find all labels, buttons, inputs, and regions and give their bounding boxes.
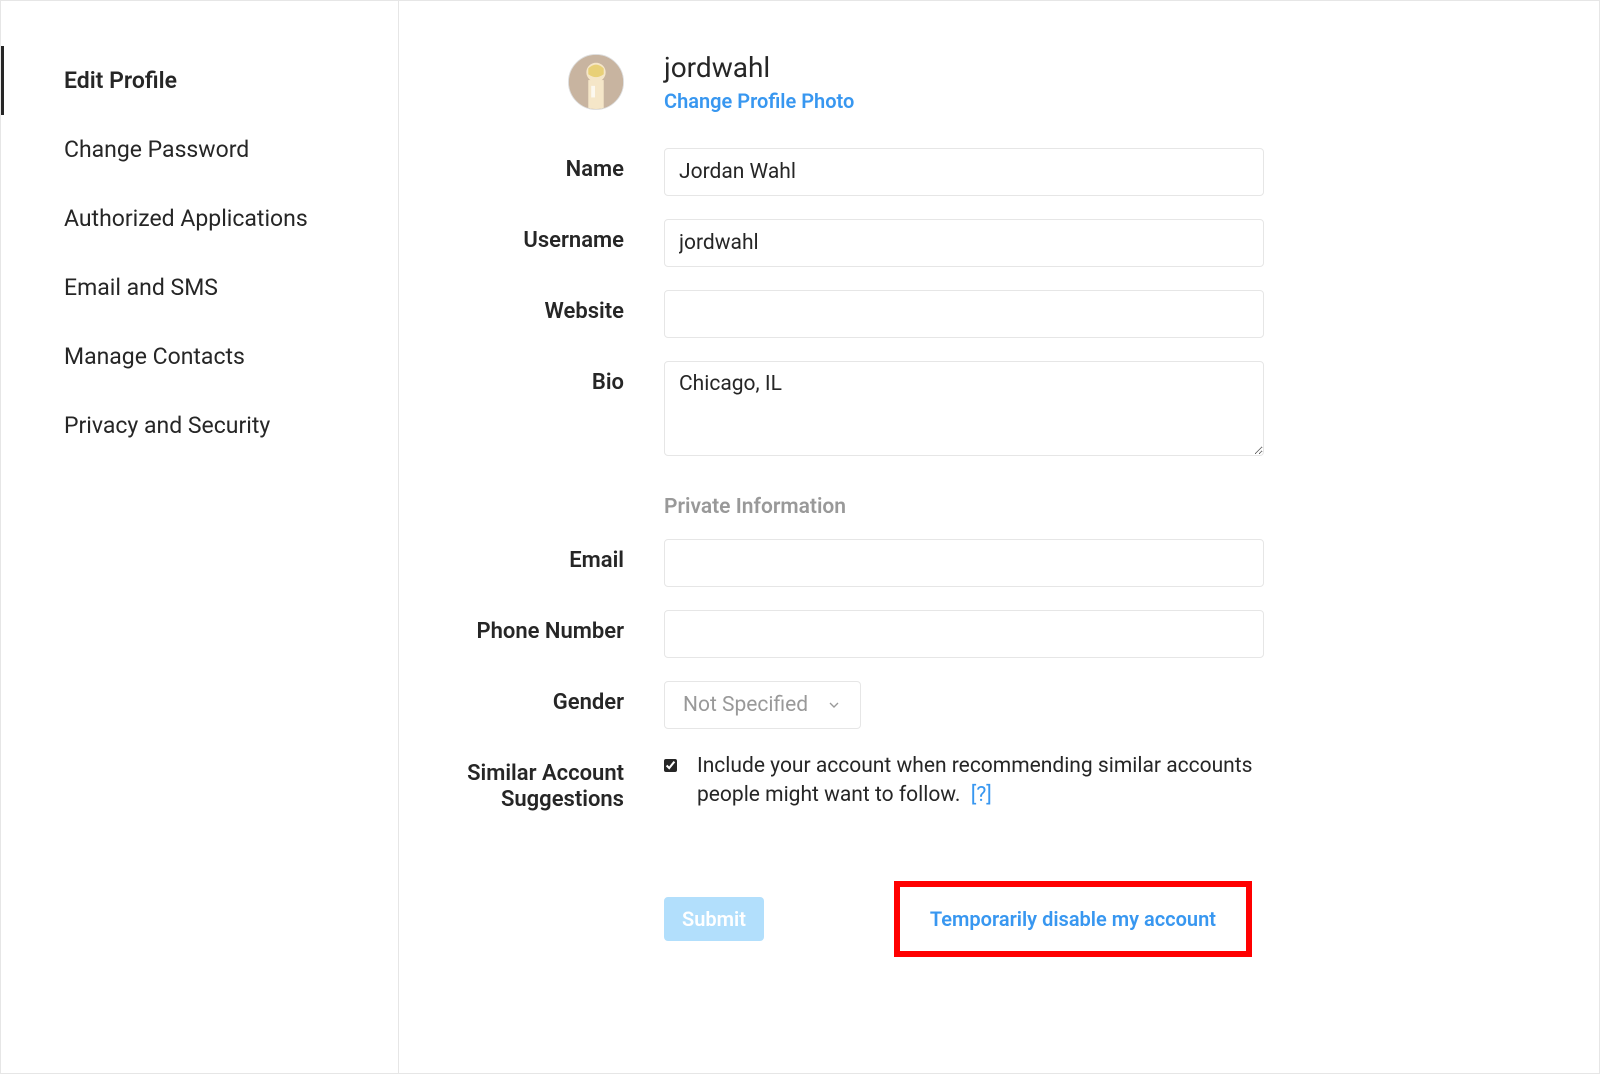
submit-button[interactable]: Submit (664, 897, 764, 941)
phone-label: Phone Number (439, 610, 664, 645)
bio-label: Bio (439, 361, 664, 396)
gender-select-value: Not Specified (683, 693, 808, 717)
profile-header: jordwahl Change Profile Photo (439, 51, 1539, 113)
similar-account-description: Include your account when recommending s… (697, 752, 1264, 811)
gender-select[interactable]: Not Specified (664, 681, 861, 729)
email-input[interactable] (664, 539, 1264, 587)
settings-sidebar: Edit Profile Change Password Authorized … (1, 1, 399, 1073)
sidebar-item-manage-contacts[interactable]: Manage Contacts (1, 322, 398, 391)
private-info-heading: Private Information (664, 495, 1264, 519)
username-input[interactable] (664, 219, 1264, 267)
private-info-heading-row: Private Information (439, 495, 1539, 519)
email-label: Email (439, 539, 664, 574)
similar-account-checkbox[interactable] (664, 756, 677, 775)
temporarily-disable-account-link[interactable]: Temporarily disable my account (930, 907, 1216, 931)
edit-profile-form: jordwahl Change Profile Photo Name Usern… (399, 1, 1599, 1073)
name-input[interactable] (664, 148, 1264, 196)
avatar-column (439, 54, 664, 110)
website-row: Website (439, 290, 1539, 338)
profile-username: jordwahl (664, 51, 854, 85)
chevron-down-icon (826, 697, 842, 713)
avatar[interactable] (568, 54, 624, 110)
similar-account-row: Similar Account Suggestions Include your… (439, 752, 1539, 814)
name-row: Name (439, 148, 1539, 196)
name-label: Name (439, 148, 664, 183)
website-label: Website (439, 290, 664, 325)
avatar-image-icon (569, 55, 623, 109)
website-input[interactable] (664, 290, 1264, 338)
sidebar-item-edit-profile[interactable]: Edit Profile (1, 46, 398, 115)
email-row: Email (439, 539, 1539, 587)
phone-input[interactable] (664, 610, 1264, 658)
gender-row: Gender Not Specified (439, 681, 1539, 729)
username-label: Username (439, 219, 664, 254)
settings-page: Edit Profile Change Password Authorized … (0, 0, 1600, 1074)
disable-account-highlight: Temporarily disable my account (894, 881, 1252, 957)
actions-row-wrap: Submit Temporarily disable my account (439, 836, 1539, 957)
sidebar-item-privacy-security[interactable]: Privacy and Security (1, 391, 398, 460)
gender-label: Gender (439, 681, 664, 716)
sidebar-item-authorized-applications[interactable]: Authorized Applications (1, 184, 398, 253)
change-profile-photo-link[interactable]: Change Profile Photo (664, 89, 854, 113)
username-row: Username (439, 219, 1539, 267)
similar-account-label: Similar Account Suggestions (439, 752, 664, 814)
phone-row: Phone Number (439, 610, 1539, 658)
sidebar-item-email-sms[interactable]: Email and SMS (1, 253, 398, 322)
bio-textarea[interactable]: Chicago, IL (664, 361, 1264, 456)
sidebar-item-change-password[interactable]: Change Password (1, 115, 398, 184)
similar-account-help-link[interactable]: [?] (971, 783, 992, 807)
bio-row: Bio Chicago, IL (439, 361, 1539, 460)
profile-header-text: jordwahl Change Profile Photo (664, 51, 854, 113)
